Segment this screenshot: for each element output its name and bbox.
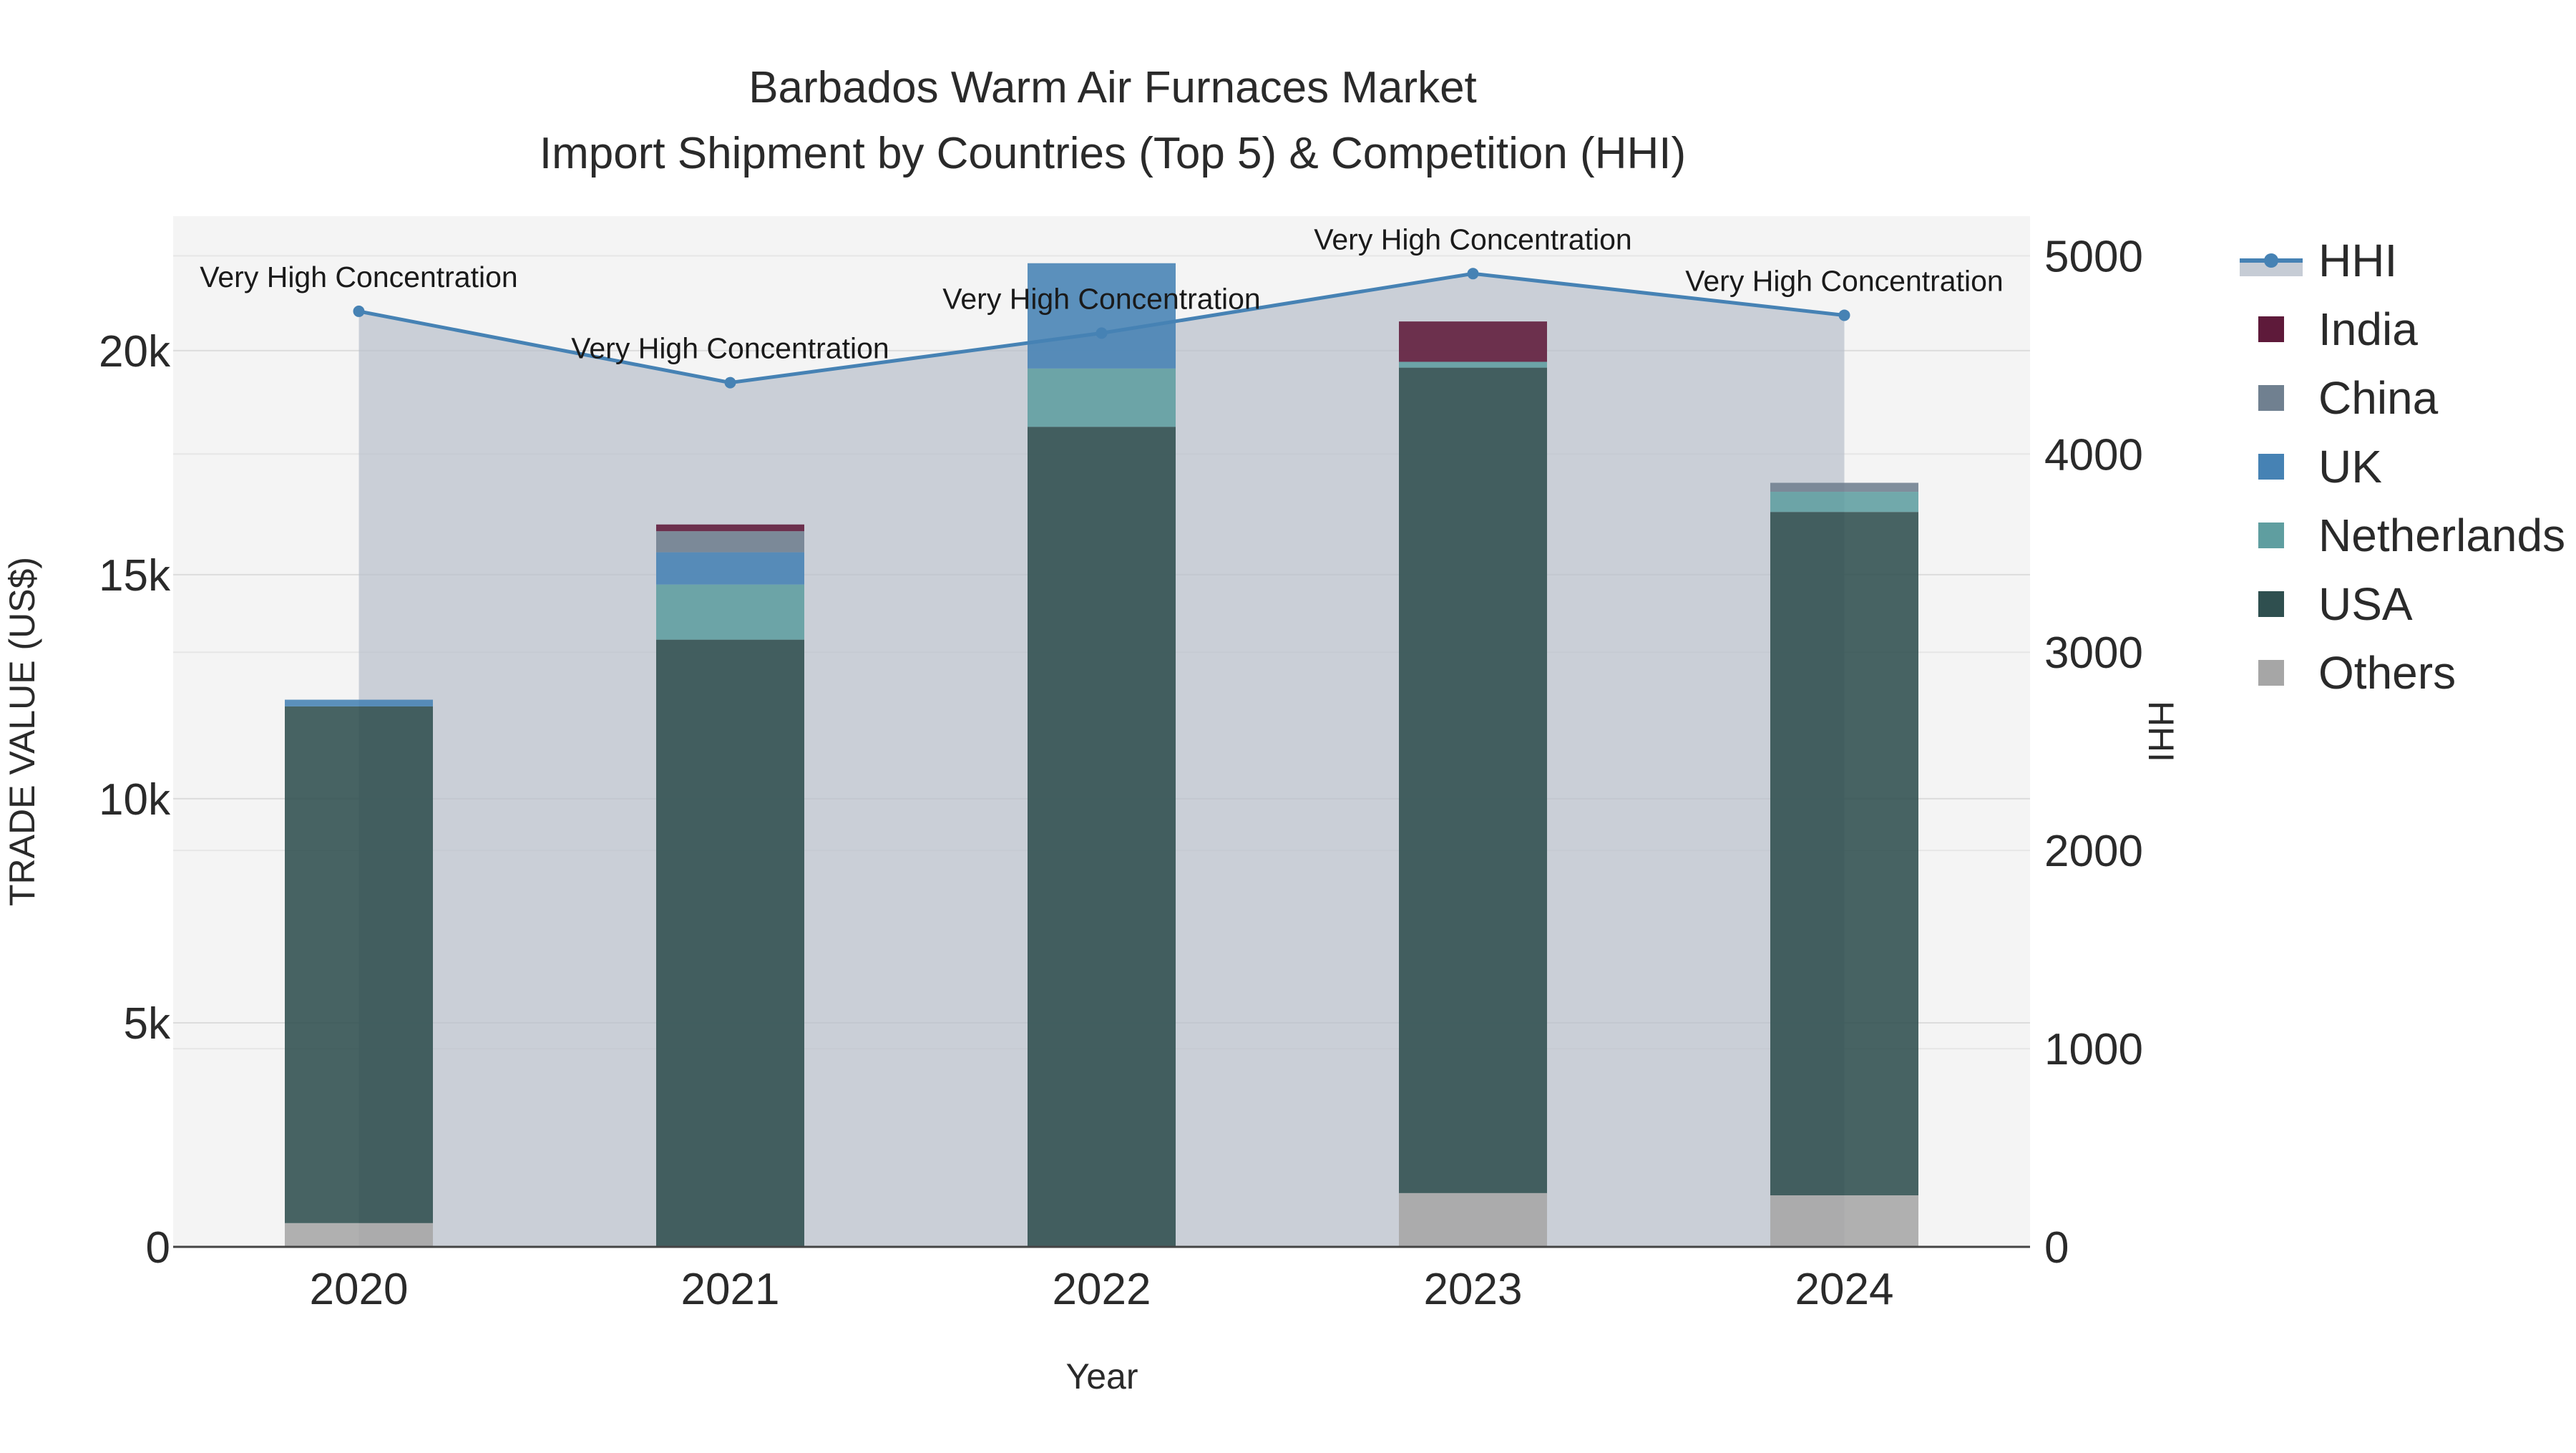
bar-china-2021 bbox=[656, 531, 804, 553]
chart-title: Barbados Warm Air Furnaces Market bbox=[748, 63, 1477, 112]
y-tick-label: 10k bbox=[99, 775, 171, 825]
chart-svg: Barbados Warm Air Furnaces Market Import… bbox=[0, 0, 2576, 1449]
y-tick-label: 15k bbox=[99, 551, 171, 601]
bar-netherlands-2021 bbox=[656, 584, 804, 640]
bar-usa-2020 bbox=[285, 706, 433, 1223]
legend-label-uk: UK bbox=[2318, 441, 2382, 492]
hhi-point-2024 bbox=[1838, 309, 1850, 321]
bar-india-2023 bbox=[1399, 321, 1547, 362]
bar-usa-2023 bbox=[1399, 367, 1547, 1193]
x-tick-label-2023: 2023 bbox=[1424, 1265, 1523, 1314]
legend-label-hhi: HHI bbox=[2318, 235, 2397, 286]
y-axis-title: TRADE VALUE (US$) bbox=[2, 557, 42, 906]
chart-container: Barbados Warm Air Furnaces Market Import… bbox=[0, 0, 2576, 1449]
hhi-point-2021 bbox=[724, 376, 736, 389]
legend-swatch-others bbox=[2258, 660, 2284, 686]
bar-others-2023 bbox=[1399, 1192, 1547, 1247]
bar-uk-2021 bbox=[656, 552, 804, 585]
bar-netherlands-2023 bbox=[1399, 361, 1547, 368]
bar-others-2020 bbox=[285, 1223, 433, 1247]
hhi-annotation-2022: Very High Concentration bbox=[942, 282, 1260, 315]
y2-axis-title: HHI bbox=[2141, 701, 2181, 762]
hhi-annotation-2020: Very High Concentration bbox=[200, 261, 517, 293]
y-tick-label: 0 bbox=[146, 1223, 170, 1273]
bar-usa-2022 bbox=[1028, 427, 1176, 1247]
hhi-annotation-2021: Very High Concentration bbox=[571, 332, 889, 365]
legend-label-usa: USA bbox=[2318, 578, 2413, 630]
legend-label-india: India bbox=[2318, 303, 2418, 355]
legend-label-netherlands: Netherlands bbox=[2318, 510, 2565, 561]
hhi-point-2022 bbox=[1096, 327, 1108, 339]
bar-uk-2020 bbox=[285, 699, 433, 706]
legend-label-others: Others bbox=[2318, 647, 2456, 699]
hhi-annotation-2024: Very High Concentration bbox=[1685, 264, 2003, 297]
y2-tick-label: 2000 bbox=[2044, 827, 2143, 876]
legend-swatch-netherlands bbox=[2258, 523, 2284, 548]
bar-netherlands-2022 bbox=[1028, 368, 1176, 427]
hhi-annotation-2023: Very High Concentration bbox=[1314, 223, 1631, 256]
bar-china-2024 bbox=[1770, 482, 1918, 492]
legend-swatch-usa bbox=[2258, 591, 2284, 617]
bar-usa-2024 bbox=[1770, 512, 1918, 1195]
x-tick-label-2024: 2024 bbox=[1795, 1265, 1894, 1314]
legend-label-china: China bbox=[2318, 372, 2439, 424]
bar-netherlands-2024 bbox=[1770, 492, 1918, 512]
hhi-point-2020 bbox=[353, 305, 365, 317]
legend-swatch-india bbox=[2258, 316, 2284, 342]
bar-india-2021 bbox=[656, 524, 804, 532]
y2-tick-label: 5000 bbox=[2044, 232, 2143, 281]
legend-marker-hhi bbox=[2264, 253, 2278, 268]
y-tick-label: 20k bbox=[99, 327, 171, 376]
x-tick-label-2021: 2021 bbox=[681, 1265, 780, 1314]
bar-uk-2022 bbox=[1028, 263, 1176, 369]
y2-tick-label: 3000 bbox=[2044, 628, 2143, 678]
y2-tick-label: 0 bbox=[2044, 1223, 2069, 1273]
x-tick-label-2020: 2020 bbox=[310, 1265, 409, 1314]
bar-usa-2021 bbox=[656, 639, 804, 1247]
legend-swatch-china bbox=[2258, 385, 2284, 411]
y2-tick-label: 4000 bbox=[2044, 430, 2143, 480]
legend-swatch-uk bbox=[2258, 454, 2284, 480]
bar-others-2024 bbox=[1770, 1195, 1918, 1247]
y2-tick-label: 1000 bbox=[2044, 1025, 2143, 1074]
x-axis-title: Year bbox=[1065, 1356, 1138, 1396]
y-tick-label: 5k bbox=[124, 999, 171, 1049]
hhi-point-2023 bbox=[1467, 268, 1479, 280]
chart-subtitle: Import Shipment by Countries (Top 5) & C… bbox=[540, 129, 1686, 178]
x-tick-label-2022: 2022 bbox=[1053, 1265, 1151, 1314]
